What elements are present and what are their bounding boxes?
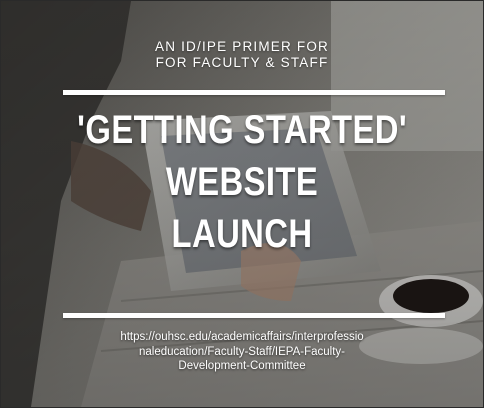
subtitle: AN ID/IPE PRIMER FOR FOR FACULTY & STAFF <box>1 39 483 71</box>
url-line-2: naleducation/Faculty-Staff/IEPA-Faculty- <box>138 345 346 358</box>
slide-content: AN ID/IPE PRIMER FOR FOR FACULTY & STAFF… <box>1 1 483 407</box>
headline-line-1: 'GETTING STARTED' <box>77 108 408 152</box>
headline-line-3: LAUNCH <box>171 212 313 256</box>
top-divider <box>63 90 445 95</box>
headline-line-2: WEBSITE <box>165 160 319 204</box>
url-line-3: Development-Committee <box>178 360 306 372</box>
subtitle-line-1: AN ID/IPE PRIMER FOR <box>154 39 330 54</box>
url-line-1: https://ouhsc.edu/academicaffairs/interp… <box>120 331 364 343</box>
bottom-divider <box>63 313 445 318</box>
website-url[interactable]: https://ouhsc.edu/academicaffairs/interp… <box>61 330 423 374</box>
subtitle-line-2: FOR FACULTY & STAFF <box>155 55 329 70</box>
headline: 'GETTING STARTED' WEBSITE LAUNCH <box>77 104 407 260</box>
slide-frame: AN ID/IPE PRIMER FOR FOR FACULTY & STAFF… <box>0 0 484 408</box>
